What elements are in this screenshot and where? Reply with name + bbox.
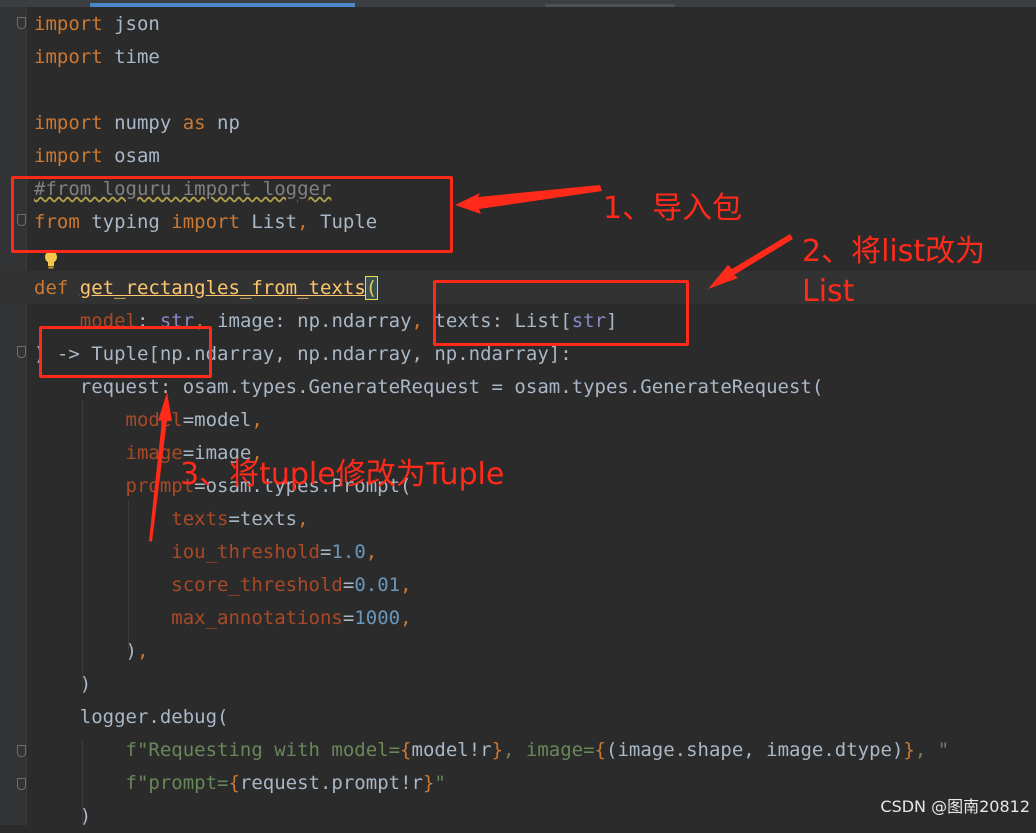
fold-marker-icon[interactable] [17,745,26,757]
code-line[interactable]: iou_threshold=1.0, [34,536,1036,569]
code-token: 1000 [354,607,401,629]
annotation-step2: 2、将list改为 List [802,234,986,309]
code-token: def [34,277,69,299]
code-token: , [400,574,412,596]
code-line[interactable]: ), [34,635,1036,668]
code-token: { [594,739,606,761]
code-token: { [400,739,412,761]
code-token: , [411,310,435,332]
code-token: import [34,46,103,68]
code-token: ) [34,640,137,662]
editor-gutter[interactable] [0,7,26,825]
code-token: json [102,13,160,35]
fold-marker-icon[interactable] [17,346,26,358]
code-token: as [182,112,206,134]
code-token: } [422,772,435,794]
inactive-tab-indicator[interactable] [545,4,675,7]
code-token: ( [364,276,379,300]
highlight-box-tuple [39,326,212,378]
code-token: } [903,739,915,761]
lightbulb-icon[interactable] [44,250,58,270]
code-token: =model [182,409,252,431]
code-token: =texts [228,508,298,530]
code-token: max_annotations [34,607,343,629]
code-line[interactable]: ) [34,668,1036,701]
code-token: np [205,112,240,134]
code-token: , [251,409,263,431]
code-editor[interactable]: import jsonimport time​import numpy as n… [34,8,1036,833]
code-token: , [297,508,309,530]
code-line[interactable]: import numpy as np [34,107,1036,140]
fold-marker-icon[interactable] [17,778,26,790]
code-token: time [102,46,160,68]
code-token: 1.0 [331,541,366,563]
code-token: import [34,13,103,35]
code-line[interactable]: logger.debug( [34,701,1036,734]
code-line[interactable]: model=model, [34,404,1036,437]
code-token: import [34,112,103,134]
code-token: , " [914,739,950,761]
code-line[interactable]: import osam [34,140,1036,173]
code-token: (image.shape, image.dtype) [606,739,904,761]
code-token: , image= [503,739,595,761]
annotation-step3: 3、将tuple修改为Tuple [180,457,505,492]
code-line[interactable]: f"Requesting with model={model!r}, image… [34,734,1036,767]
annotation-step1: 1、导入包 [603,191,743,226]
fold-marker-icon[interactable] [17,17,26,29]
code-token: logger.debug( [34,706,229,728]
code-line[interactable]: import time [34,41,1036,74]
code-token: } [491,739,504,761]
code-token: = [342,607,355,629]
code-token: { [228,772,240,794]
highlight-box-import [11,176,453,253]
code-token: f"prompt= [34,772,229,794]
code-line[interactable]: import json [34,8,1036,41]
code-token: osam [102,145,160,167]
code-token: ) [34,673,92,695]
active-tab-indicator[interactable] [90,3,355,7]
code-token: image [34,442,183,464]
code-token: , [365,541,378,563]
watermark: CSDN @图南20812 [880,797,1030,816]
code-token: import [34,145,103,167]
code-token: , [136,640,149,662]
code-token: request: osam.types.GenerateRequest = os… [34,376,824,398]
gutter-divider [26,7,27,825]
code-line[interactable]: score_threshold=0.01, [34,569,1036,602]
code-token: = [319,541,332,563]
code-line[interactable]: ​ [34,74,1036,107]
code-token: iou_threshold [34,541,320,563]
code-token: request.prompt!r [239,772,423,794]
code-token: = [342,574,355,596]
code-line[interactable]: max_annotations=1000, [34,602,1036,635]
code-token: model!r [411,739,492,761]
code-token: " [434,772,446,794]
code-token: ) [34,805,92,827]
code-token: image: np.ndarray [217,310,412,332]
code-line[interactable]: texts=texts, [34,503,1036,536]
code-token: model [34,409,183,431]
code-token: , [400,607,412,629]
code-token: numpy [102,112,183,134]
highlight-box-list [433,280,689,346]
code-token: get_rectangles_from_texts [79,277,366,299]
code-token: score_threshold [34,574,343,596]
code-token: f"Requesting with model= [34,739,401,761]
code-token: prompt [34,475,195,497]
code-token: texts [34,508,229,530]
code-token: 0.01 [354,574,401,596]
